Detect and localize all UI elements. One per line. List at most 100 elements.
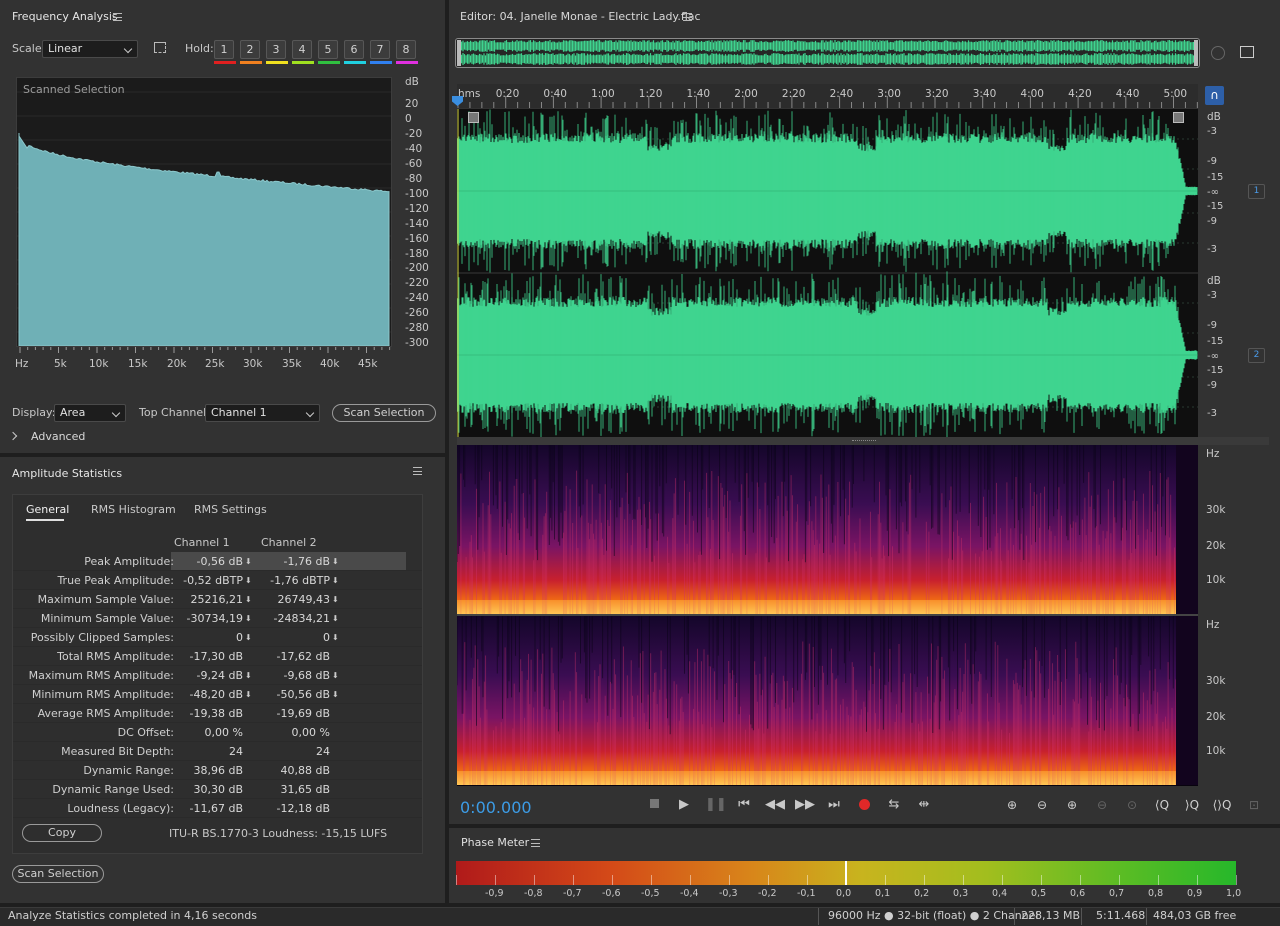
hold-button-6[interactable]: 6 (344, 40, 364, 59)
play-button[interactable]: ▶ (675, 796, 693, 814)
zoom-in-selection-button[interactable]: ⟨⟩Q (1212, 796, 1232, 814)
record-button[interactable] (855, 796, 873, 814)
overview-handle-right[interactable] (1194, 40, 1198, 66)
go-to-marker-icon[interactable]: ⬇ (332, 576, 339, 585)
tab-general[interactable]: General (26, 503, 69, 516)
hold-color-4 (292, 61, 314, 64)
table-row: Maximum RMS Amplitude: -9,24 dB -9,68 dB ⬇ ⬇ (13, 666, 422, 685)
top-channel-select[interactable]: Channel 1 (205, 404, 320, 422)
channel-2-value: 26749,43 (277, 593, 331, 606)
zoom-reset-button[interactable]: ⊡ (1244, 796, 1264, 814)
go-to-marker-icon[interactable]: ⬇ (332, 614, 339, 623)
hold-button-2[interactable]: 2 (240, 40, 260, 59)
skip-to-start-button[interactable]: ⏮ (735, 796, 753, 814)
row-label: Total RMS Amplitude: (57, 650, 174, 663)
table-row: Maximum Sample Value: 25216,21 26749,43 ⬇ ⬇ (13, 590, 422, 609)
go-to-marker-icon[interactable]: ⬇ (332, 690, 339, 699)
display-select[interactable]: Area (54, 404, 126, 422)
loop-button[interactable]: ⇆ (885, 796, 903, 814)
spectral-display[interactable] (457, 445, 1198, 786)
waveform-display[interactable] (457, 109, 1198, 437)
current-time[interactable]: 0:00.000 (460, 798, 532, 817)
scan-selection-button[interactable]: Scan Selection (12, 865, 104, 883)
phase-tick-label: 1,0 (1226, 888, 1242, 899)
zoom-out-full-icon: ⊖ (1096, 798, 1108, 812)
record-icon (858, 799, 870, 810)
go-to-marker-icon[interactable]: ⬇ (332, 595, 339, 604)
skip-selection-button[interactable]: ⇹ (915, 796, 933, 814)
go-to-marker-icon[interactable]: ⬇ (332, 633, 339, 642)
zoom-out-full-button[interactable]: ⊖ (1092, 796, 1112, 814)
zoom-in-time-button[interactable]: ⊕ (1062, 796, 1082, 814)
go-to-marker-icon[interactable]: ⬇ (245, 633, 252, 642)
panel-menu-icon[interactable] (683, 13, 692, 21)
zoom-out-amplitude-button[interactable]: ⊖ (1032, 796, 1052, 814)
hold-button-8[interactable]: 8 (396, 40, 416, 59)
go-to-marker-icon[interactable]: ⬇ (332, 671, 339, 680)
channel-1-badge[interactable]: 1 (1248, 184, 1265, 199)
channel-2-badge[interactable]: 2 (1248, 348, 1265, 363)
copy-button[interactable]: Copy (22, 824, 102, 842)
chevron-right-icon[interactable] (8, 431, 18, 441)
spectral-hz-tick: 10k (1206, 574, 1226, 586)
hold-button-3[interactable]: 3 (266, 40, 286, 59)
zoom-selection-button[interactable]: ⊙ (1122, 796, 1142, 814)
scale-select[interactable]: Linear (42, 40, 138, 58)
db-tick-label: -40 (405, 142, 423, 155)
view-options-icon[interactable] (1240, 46, 1254, 58)
db-tick-label: -160 (405, 232, 429, 245)
overview-handle-left[interactable] (457, 40, 461, 66)
fast-forward-button[interactable]: ▶▶ (795, 796, 815, 814)
hold-button-5[interactable]: 5 (318, 40, 338, 59)
go-to-marker-icon[interactable]: ⬇ (245, 614, 252, 623)
view-splitter[interactable] (457, 437, 1269, 445)
channel-2-value: 0,00 % (291, 726, 330, 739)
stop-button[interactable] (645, 796, 663, 814)
column-header-channel-2: Channel 2 (261, 536, 317, 549)
go-to-marker-icon[interactable]: ⬇ (245, 595, 252, 604)
pause-button[interactable]: ❚❚ (705, 796, 727, 814)
go-to-marker-icon[interactable]: ⬇ (245, 690, 252, 699)
phase-tick-label: -0,5 (641, 888, 660, 899)
panel-menu-icon[interactable] (113, 13, 122, 21)
row-label: Possibly Clipped Samples: (30, 631, 174, 644)
go-to-marker-icon[interactable]: ⬇ (332, 557, 339, 566)
skip-selection-icon: ⇹ (918, 797, 930, 812)
scan-selection-button[interactable]: Scan Selection (332, 404, 436, 422)
go-to-marker-icon[interactable]: ⬇ (245, 557, 252, 566)
channel-1-value: -30734,19 (186, 612, 243, 625)
go-to-marker-icon[interactable]: ⬇ (245, 576, 252, 585)
fade-out-handle[interactable] (1173, 112, 1184, 123)
zoom-in-amplitude-button[interactable]: ⊕ (1002, 796, 1022, 814)
zoom-in-left-button[interactable]: ⟨Q (1152, 796, 1172, 814)
zoom-in-right-button[interactable]: ⟩Q (1182, 796, 1202, 814)
time-ruler[interactable]: hms 0:20 0:40 1:00 1:20 1:40 2:00 2:20 2:40 3:00… (457, 84, 1198, 108)
go-to-marker-icon[interactable]: ⬇ (245, 671, 252, 680)
hold-button-7[interactable]: 7 (370, 40, 390, 59)
phase-tick-label: 0,4 (992, 888, 1008, 899)
spectrogram-tail (1176, 616, 1198, 785)
editor-title: Editor: 04. Janelle Monae - Electric Lad… (460, 10, 701, 23)
snap-magnet-icon[interactable]: ∩ (1205, 86, 1224, 105)
tab-rms-settings[interactable]: RMS Settings (194, 503, 267, 516)
skip-start-icon: ⏮ (738, 797, 750, 812)
fade-in-handle[interactable] (468, 112, 479, 123)
hold-button-4[interactable]: 4 (292, 40, 312, 59)
channel-1-value: 0,00 % (204, 726, 243, 739)
panel-menu-icon[interactable] (531, 839, 540, 847)
table-row: DC Offset: 0,00 % 0,00 % (13, 723, 422, 742)
skip-to-end-button[interactable]: ⏭ (825, 796, 843, 814)
hold-button-1[interactable]: 1 (214, 40, 234, 59)
panel-menu-icon[interactable] (413, 467, 422, 475)
advanced-toggle[interactable]: Advanced (31, 430, 85, 443)
table-row: Minimum Sample Value: -30734,19 -24834,21 ⬇… (13, 609, 422, 628)
overview-navigator[interactable] (455, 38, 1200, 68)
zoom-navigator-icon[interactable] (1211, 46, 1225, 60)
spectrum-plot (17, 91, 391, 346)
rewind-button[interactable]: ◀◀ (765, 796, 785, 814)
tab-rms-histogram[interactable]: RMS Histogram (91, 503, 176, 516)
table-row: Measured Bit Depth: 24 24 (13, 742, 422, 761)
copy-graph-icon[interactable] (154, 42, 166, 53)
phase-tick-line (924, 875, 925, 885)
phase-tick-line (573, 875, 574, 885)
